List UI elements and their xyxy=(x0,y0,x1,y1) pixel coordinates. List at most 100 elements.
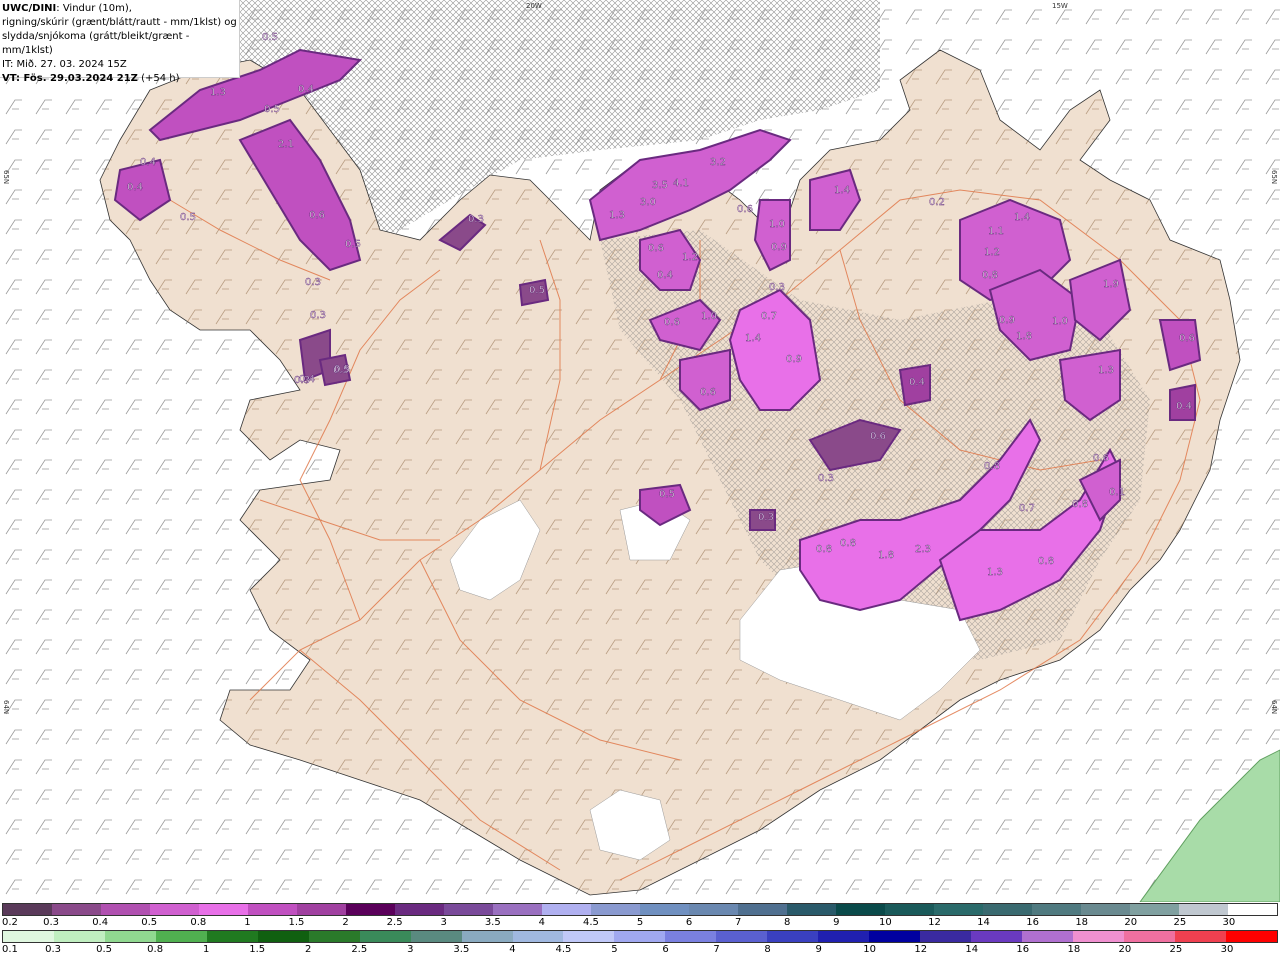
legend-tick-label: 5 xyxy=(611,944,618,955)
legend-rain: 0.1 0.3 0.5 0.8 1 1.5 2 2.5 3 3.5 4 4.5 5 6 7 8 9 10 12 14 1… xyxy=(0,930,1280,956)
legend-swatch xyxy=(257,931,309,942)
legend-swatch xyxy=(1228,904,1277,915)
legend-tick-label: 8 xyxy=(784,917,791,928)
legend-swatch xyxy=(395,904,444,915)
legend-swatch xyxy=(101,904,150,915)
legend-rain-ticks: 0.1 0.3 0.5 0.8 1 1.5 2 2.5 3 3.5 4 4.5 5 6 7 8 9 10 12 14 1… xyxy=(2,944,1278,956)
legend-swatch xyxy=(512,931,564,942)
legend-tick-label: 1.5 xyxy=(249,944,266,955)
precip-value-label: 0.8 xyxy=(1038,556,1054,567)
legend-swatch xyxy=(563,931,615,942)
info-line-rain: rigning/skúrir (grænt/blátt/rautt - mm/1… xyxy=(2,17,237,28)
model-name: UWC/DINI xyxy=(2,3,57,14)
precip-value-label: 0.8 xyxy=(982,270,998,281)
legend-tick-label: 12 xyxy=(928,917,941,928)
precip-value-label: 0.5 xyxy=(262,32,278,43)
legend-swatch xyxy=(3,931,54,942)
precip-value-label: 1.8 xyxy=(1016,331,1032,342)
legend-swatch xyxy=(444,904,493,915)
precip-value-label: 0.6 xyxy=(870,431,886,442)
precip-value-label: 0.6 xyxy=(648,243,664,254)
legend-tick-label: 18 xyxy=(1075,917,1089,928)
legend-swatch xyxy=(591,904,640,915)
legend-swatch xyxy=(934,904,983,915)
lon-label-15w: 15W xyxy=(1052,2,1068,10)
legend-swatch xyxy=(885,904,934,915)
legend-swatch xyxy=(308,931,360,942)
legend-tick-label: 0.1 xyxy=(2,944,18,955)
legend-swatch xyxy=(206,931,258,942)
lat-label-64n-right: 64N xyxy=(1270,700,1278,714)
legend-tick-label: 0.3 xyxy=(43,917,60,928)
precip-value-label: 0.1 xyxy=(1109,487,1125,498)
legend-tick-label: 0.4 xyxy=(92,917,109,928)
precip-value-label: 0.5 xyxy=(264,104,280,115)
precip-value-label: 0.3 xyxy=(769,282,785,293)
legend-swatch xyxy=(150,904,199,915)
precip-value-label: 0.5 xyxy=(334,364,350,375)
precip-value-label: 1.3 xyxy=(987,567,1003,578)
legend-swatch xyxy=(920,931,972,942)
precip-value-label: 0.9 xyxy=(786,354,802,365)
precip-value-label: 1.2 xyxy=(682,252,698,263)
legend-snow-colorbar xyxy=(2,903,1278,916)
info-line-snow: slydda/snjókoma (grátt/bleikt/grænt - mm… xyxy=(2,31,190,56)
legend-tick-label: 12 xyxy=(914,944,928,955)
legend-tick-label: 30 xyxy=(1222,917,1236,928)
precip-value-label: 0.6 xyxy=(309,210,325,221)
precip-value-label: 0.6 xyxy=(700,387,716,398)
legend-swatch xyxy=(716,931,768,942)
precip-value-label: 0.3 xyxy=(310,310,326,321)
legend-tick-label: 4.5 xyxy=(555,944,572,955)
legend-tick-label: 16 xyxy=(1026,917,1039,928)
legend-swatch xyxy=(640,904,689,915)
legend-tick-label: 0.8 xyxy=(190,917,207,928)
precip-value-label: 0.5 xyxy=(180,212,196,223)
legend-tick-label: 7 xyxy=(713,944,720,955)
precip-value-label: 0.7 xyxy=(1019,503,1035,514)
legend-tick-label: 10 xyxy=(863,944,877,955)
info-line1-rest: : Vindur (10m), xyxy=(56,3,132,14)
precip-value-label: 1.8 xyxy=(878,550,894,561)
legend-swatch xyxy=(1081,904,1130,915)
legend-tick-label: 0.8 xyxy=(147,944,164,955)
precip-value-label: 0.5 xyxy=(345,239,361,250)
legend-swatch xyxy=(767,931,819,942)
lat-label-65n-left: 65N xyxy=(2,170,10,184)
info-line-model: UWC/DINI: Vindur (10m), xyxy=(2,2,239,16)
legend-tick-label: 6 xyxy=(662,944,669,955)
precip-value-label: 1.1 xyxy=(988,226,1004,237)
precip-value-label: 0.5 xyxy=(529,285,545,296)
legend-swatch xyxy=(1174,931,1226,942)
precip-value-label: 1.0 xyxy=(769,219,785,230)
precip-value-label: 1.4 xyxy=(834,185,850,196)
precip-value-label: 4.1 xyxy=(673,178,689,189)
lat-label-64n-left: 64N xyxy=(2,700,10,714)
legend-tick-label: 14 xyxy=(977,917,990,928)
legend-tick-label: 4 xyxy=(538,917,546,928)
precip-value-label: 0.7 xyxy=(761,311,777,322)
precip-value-label: 1.3 xyxy=(609,210,625,221)
legend-swatch xyxy=(689,904,738,915)
legend-swatch xyxy=(787,904,836,915)
legend-tick-label: 2 xyxy=(305,944,312,955)
legend-swatch xyxy=(155,931,207,942)
precip-value-label: 1.3 xyxy=(1098,365,1114,376)
legend-swatch xyxy=(542,904,591,915)
precip-value-label: 1.0 xyxy=(1052,316,1068,327)
legend-swatch xyxy=(359,931,411,942)
legend-tick-label: 6 xyxy=(685,917,693,928)
legend-swatch xyxy=(665,931,717,942)
legend-swatch xyxy=(410,931,462,942)
legend-swatch xyxy=(1123,931,1175,942)
legend-tick-label: 16 xyxy=(1016,944,1030,955)
legend-tick-label: 0.5 xyxy=(96,944,113,955)
precip-value-label: 0.6 xyxy=(664,317,680,328)
legend-tick-label: 25 xyxy=(1173,917,1187,928)
legend-swatch xyxy=(3,904,52,915)
legend-swatch xyxy=(346,904,395,915)
precip-value-label: 3.2 xyxy=(710,157,726,168)
legend-tick-label: 9 xyxy=(815,944,822,955)
precip-value-label: 1.0 xyxy=(701,311,717,322)
legend-tick-label: 5 xyxy=(636,917,644,928)
